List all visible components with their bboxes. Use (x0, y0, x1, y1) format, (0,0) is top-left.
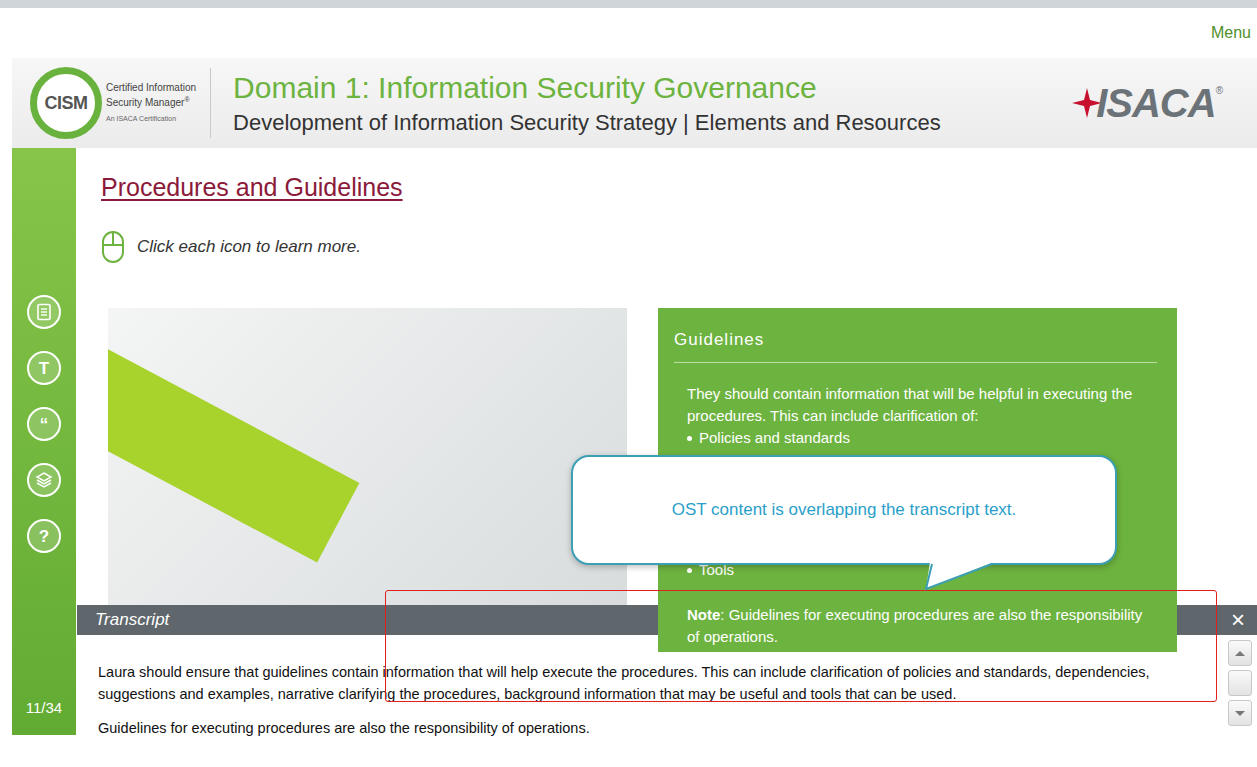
menu-bar: Menu (0, 8, 1257, 58)
course-header: CISM Certified InformationSecurity Manage… (12, 58, 1257, 148)
callout-tail-icon (924, 562, 1004, 592)
panel-bullet: Policies and standards (687, 427, 1157, 449)
arrow-up-icon (1235, 651, 1245, 656)
cism-line: Security Manager® (106, 94, 196, 109)
scroll-down-button[interactable] (1228, 700, 1252, 726)
layers-icon (35, 471, 53, 489)
review-callout: OST content is overlapping the transcrip… (571, 455, 1117, 565)
domain-title: Domain 1: Information Security Governanc… (233, 71, 941, 106)
menu-link[interactable]: Menu (1211, 24, 1251, 42)
sidebar-button[interactable]: T (27, 351, 61, 385)
page-counter: 11/34 (26, 699, 62, 735)
cism-mark: CISM (45, 93, 88, 114)
instruction-text: Click each icon to learn more. (137, 237, 361, 257)
note-label: Note (687, 606, 720, 623)
panel-heading: Guidelines (674, 330, 1157, 350)
sidebar-glyph-icon: ? (39, 528, 49, 545)
binder-shape (108, 328, 359, 562)
sidebar-icons: T “? (27, 148, 61, 553)
cism-text: Certified InformationSecurity Manager® An… (106, 82, 196, 124)
callout-text: OST content is overlapping the transcrip… (672, 500, 1017, 520)
sidebar-button[interactable] (27, 463, 61, 497)
header-divider (210, 68, 211, 138)
panel-intro: They should contain information that wil… (687, 383, 1157, 427)
cism-logo: CISM Certified InformationSecurity Manage… (30, 67, 196, 139)
course-player: Menu CISM Certified InformationSecurity Ma… (0, 0, 1257, 767)
bullet-dot (687, 568, 692, 573)
course-titles: Domain 1: Information Security Governanc… (233, 71, 941, 135)
scrollbar[interactable] (1228, 640, 1252, 726)
cism-ring-icon: CISM (30, 67, 102, 139)
transcript-title: Transcript (95, 610, 169, 630)
slide-title: Procedures and Guidelines (101, 172, 1257, 202)
isaca-name: ISACA (1096, 81, 1215, 126)
instruction: Click each icon to learn more. (101, 230, 1257, 264)
cism-line: Certified Information (106, 82, 196, 94)
bullet-dot (687, 436, 692, 441)
close-button[interactable]: × (1227, 608, 1249, 632)
scroll-thumb[interactable] (1228, 670, 1252, 696)
isaca-registered: ® (1216, 85, 1223, 96)
sidebar-button[interactable]: ? (27, 519, 61, 553)
cism-tagline: An ISACA Certification (106, 114, 196, 124)
transcript-paragraph: Laura should ensure that guidelines cont… (98, 661, 1213, 705)
transcript-paragraph: Guidelines for executing procedures are … (98, 717, 1213, 739)
lesson-subtitle: Development of Information Security Stra… (233, 110, 941, 135)
sidebar-glyph-icon: T (39, 360, 49, 377)
sidebar-glyph-icon: “ (40, 416, 49, 433)
bullet-text: Policies and standards (699, 427, 850, 449)
top-strip (0, 0, 1257, 8)
arrow-down-icon (1235, 711, 1245, 716)
isaca-logo: ISACA® (1070, 81, 1223, 126)
panel-note: Note: Guidelines for executing procedure… (687, 604, 1157, 648)
scroll-up-button[interactable] (1228, 640, 1252, 666)
procedure-photo (108, 308, 627, 605)
sidebar: T “? 11/34 (12, 148, 76, 735)
sidebar-button[interactable] (27, 295, 61, 329)
sidebar-button[interactable]: “ (27, 407, 61, 441)
notes-icon (36, 303, 52, 321)
mouse-icon (101, 230, 125, 264)
panel-divider (674, 362, 1157, 363)
